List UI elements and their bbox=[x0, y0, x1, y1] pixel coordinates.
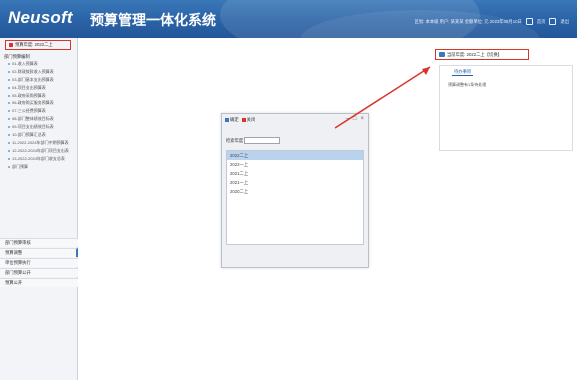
year-list-item[interactable]: 2022一上 bbox=[227, 160, 363, 169]
tree-item[interactable]: 05-政府采购预算表 bbox=[2, 92, 76, 100]
minimize-icon[interactable]: – bbox=[346, 116, 349, 122]
ok-label: 确定 bbox=[230, 117, 239, 122]
tree-item[interactable]: 01-收入预算表 bbox=[2, 60, 76, 68]
tree-item[interactable]: 10-部门预算汇总表 bbox=[2, 131, 76, 139]
user-info-bar: 区划: 本本级 用户: 某某某 金额单位: 元 2023年08月10日 首页 退… bbox=[415, 18, 569, 25]
year-search-input[interactable] bbox=[244, 137, 280, 144]
tree-item[interactable]: 12-2022-2024年部门项目支出表 bbox=[2, 147, 76, 155]
sidebar-group[interactable]: 部门预算公开 bbox=[0, 268, 78, 277]
sidebar-group[interactable]: 预算公开 bbox=[0, 278, 78, 287]
home-icon[interactable] bbox=[525, 18, 533, 25]
close-icon bbox=[241, 118, 246, 122]
check-icon bbox=[225, 118, 229, 122]
year-list-item[interactable]: 2020二上 bbox=[227, 187, 363, 196]
window-controls: – □ × bbox=[346, 116, 364, 122]
year-icon bbox=[439, 52, 445, 57]
tree-item[interactable]: 07-三公经费预算表 bbox=[2, 107, 76, 115]
close-label: 关闭 bbox=[246, 117, 256, 122]
menu-tree: 部门预算编制 01-收入预算表 02-财政拨款收入预算表 03-部门基本支出预算表 0… bbox=[2, 53, 76, 170]
todo-panel: 待办事项 预算调整有1条待处理 bbox=[439, 65, 573, 151]
sidebar: 预算年度: 2022二上 部门预算编制 01-收入预算表 02-财政拨款收入预算表… bbox=[0, 38, 78, 380]
tree-item[interactable]: 09-项目支出绩效目标表 bbox=[2, 123, 76, 131]
maximize-icon[interactable]: □ bbox=[353, 116, 357, 122]
year-list-item[interactable]: 2021二上 bbox=[227, 169, 363, 178]
system-title: 预算管理一体化系统 bbox=[90, 12, 216, 28]
year-list-item[interactable]: 2021一上 bbox=[227, 178, 363, 187]
close-button[interactable]: 关闭 bbox=[241, 117, 256, 123]
tree-item[interactable]: 11-2022-2024年部门中期预算表 bbox=[2, 139, 76, 147]
tree-item[interactable]: 部门预算 bbox=[2, 163, 76, 171]
ok-button[interactable]: 确定 bbox=[225, 117, 239, 123]
current-year-label: 当前年度: 2022二上【切换】 bbox=[447, 51, 502, 57]
tree-item[interactable]: 06-政府购买服务预算表 bbox=[2, 99, 76, 107]
user-info-text: 区划: 本本级 用户: 某某某 金额单位: 元 2023年08月10日 bbox=[414, 18, 522, 24]
todo-item[interactable]: 预算调整有1条待处理 bbox=[448, 82, 486, 88]
sidebar-group[interactable]: 部门预算审核 bbox=[0, 238, 78, 247]
budget-year-label: 预算年度: 2022二上 bbox=[15, 42, 53, 47]
search-label: 检索年度 bbox=[226, 138, 244, 143]
budget-year-selector[interactable]: 预算年度: 2022二上 bbox=[5, 40, 71, 50]
exit-icon[interactable] bbox=[549, 18, 557, 25]
tree-item[interactable]: 02-财政拨款收入预算表 bbox=[2, 68, 76, 76]
window-close-icon[interactable]: × bbox=[360, 116, 364, 122]
app-header: Neusoft 预算管理一体化系统 区划: 本本级 用户: 某某某 金额单位: … bbox=[0, 0, 577, 38]
current-year-switch[interactable]: 当前年度: 2022二上【切换】 bbox=[435, 49, 529, 60]
todo-tab[interactable]: 待办事项 bbox=[452, 69, 474, 76]
year-select-dialog: 确定 关闭 – □ × 检索年度 2022二上 2022一上 2021二上 2021一… bbox=[221, 113, 369, 268]
neusoft-logo: Neusoft bbox=[8, 8, 73, 27]
tree-item[interactable]: 04-项目支出预算表 bbox=[2, 84, 76, 92]
tree-item[interactable]: 03-部门基本支出预算表 bbox=[2, 76, 76, 84]
year-list: 2022二上 2022一上 2021二上 2021一上 2020二上 bbox=[226, 150, 364, 245]
tree-item[interactable]: 13-2022-2024年部门收支总表 bbox=[2, 155, 76, 163]
home-link[interactable]: 首页 bbox=[537, 19, 546, 25]
tree-item[interactable]: 08-部门整体绩效目标表 bbox=[2, 115, 76, 123]
sidebar-group[interactable]: 预算调整 bbox=[0, 248, 78, 257]
exit-link[interactable]: 退出 bbox=[560, 19, 569, 25]
calendar-icon bbox=[9, 43, 13, 47]
tree-root[interactable]: 部门预算编制 bbox=[2, 53, 76, 60]
sidebar-group[interactable]: 单位预算执行 bbox=[0, 258, 78, 267]
year-list-item[interactable]: 2022二上 bbox=[227, 151, 363, 160]
